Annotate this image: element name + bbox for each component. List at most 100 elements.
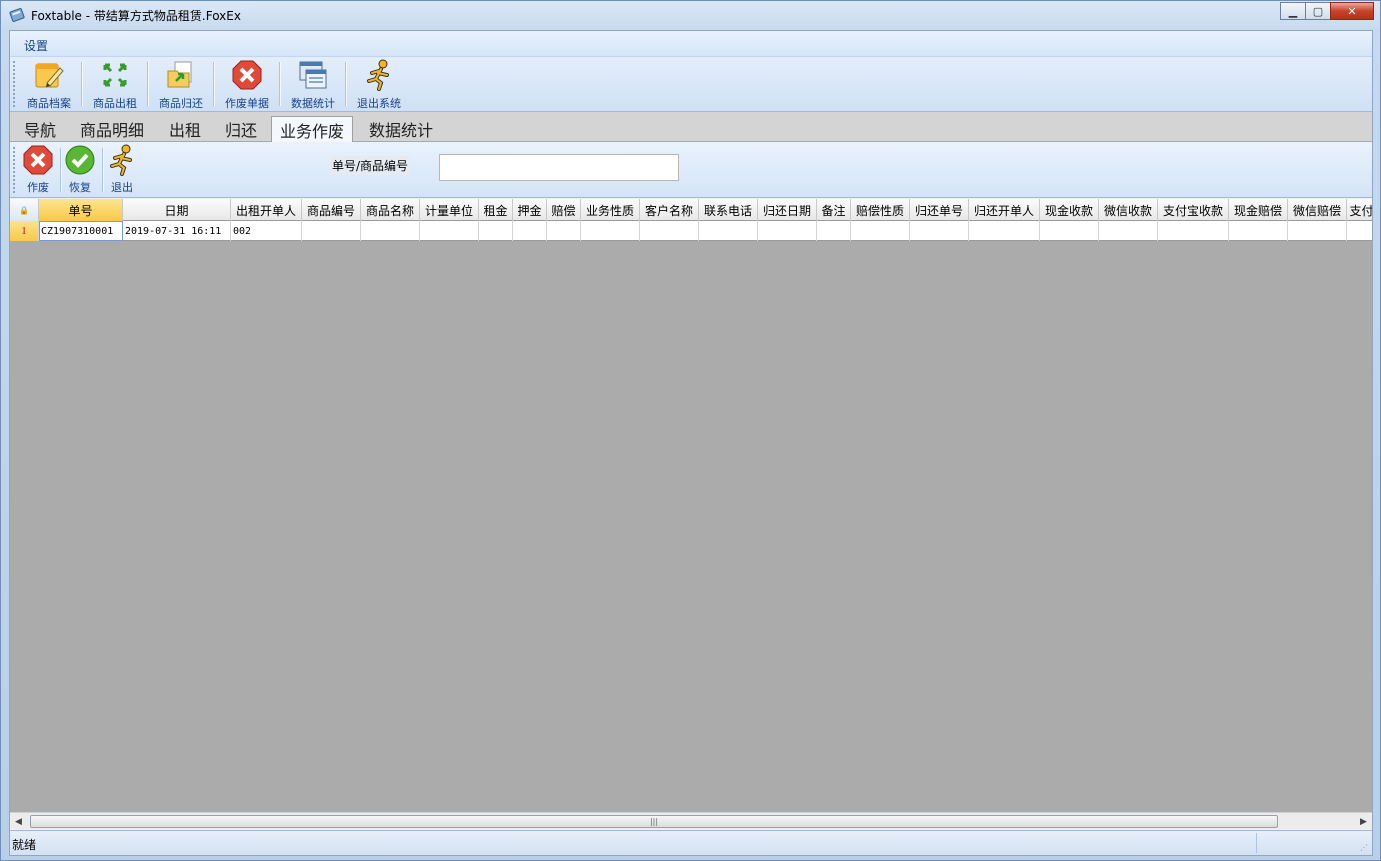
exit-system-label: 退出系统 bbox=[357, 97, 401, 110]
page-toolbar-grip[interactable] bbox=[13, 147, 16, 193]
table-cell[interactable] bbox=[420, 221, 479, 241]
status-bar: 就绪 ⋰ bbox=[10, 830, 1372, 855]
tab-navigation[interactable]: 导航 bbox=[16, 116, 64, 142]
table-cell[interactable] bbox=[1347, 221, 1372, 241]
scroll-left-arrow-icon[interactable]: ◀ bbox=[12, 815, 25, 828]
tab-void-business[interactable]: 业务作废 bbox=[271, 116, 354, 143]
column-header[interactable]: 租金 bbox=[479, 199, 513, 221]
red-x-icon bbox=[23, 145, 53, 175]
void-button[interactable]: 作废 bbox=[20, 144, 56, 195]
window-controls: ▁ ▢ ✕ bbox=[1280, 2, 1374, 20]
table-cell[interactable] bbox=[640, 221, 699, 241]
table-cell[interactable] bbox=[1229, 221, 1288, 241]
column-header[interactable]: 现金赔偿 bbox=[1229, 199, 1288, 221]
column-header[interactable]: 归还日期 bbox=[758, 199, 817, 221]
restore-button[interactable]: 恢复 bbox=[62, 144, 98, 195]
exit-button[interactable]: 退出 bbox=[104, 144, 140, 195]
column-header[interactable]: 备注 bbox=[817, 199, 851, 221]
column-header[interactable]: 业务性质 bbox=[581, 199, 640, 221]
statistics-window-icon bbox=[299, 61, 327, 89]
table-cell[interactable] bbox=[302, 221, 361, 241]
search-label: 单号/商品编号 bbox=[330, 156, 411, 175]
minimize-button[interactable]: ▁ bbox=[1280, 2, 1306, 20]
tab-statistics[interactable]: 数据统计 bbox=[361, 116, 441, 142]
exit-system-button[interactable]: 退出系统 bbox=[352, 59, 406, 111]
column-header[interactable]: 微信收款 bbox=[1099, 199, 1158, 221]
table-cell[interactable]: 002 bbox=[231, 221, 302, 241]
table-cell[interactable] bbox=[851, 221, 910, 241]
data-statistics-button[interactable]: 数据统计 bbox=[286, 59, 340, 111]
green-check-icon bbox=[65, 145, 95, 175]
client-area: 设置 商品档案 商品出租 商品归还 作废单据 数据统计 退出系统 导航 商品明细… bbox=[9, 30, 1373, 856]
column-header[interactable]: 支付宝收款 bbox=[1158, 199, 1229, 221]
column-header[interactable]: 赔偿性质 bbox=[851, 199, 910, 221]
column-header[interactable]: 微信赔偿 bbox=[1288, 199, 1347, 221]
restore-label: 恢复 bbox=[69, 181, 91, 194]
table-cell[interactable] bbox=[1288, 221, 1347, 241]
column-header[interactable]: 联系电话 bbox=[699, 199, 758, 221]
running-man-icon bbox=[367, 59, 389, 91]
table-cell[interactable] bbox=[513, 221, 547, 241]
row-number[interactable]: 1 bbox=[10, 221, 39, 241]
running-man-icon bbox=[110, 144, 132, 176]
table-cell[interactable] bbox=[361, 221, 420, 241]
column-header[interactable]: 商品编号 bbox=[302, 199, 361, 221]
toolbar-grip[interactable] bbox=[13, 61, 16, 107]
tab-return[interactable]: 归还 bbox=[217, 116, 265, 142]
table-cell[interactable] bbox=[969, 221, 1040, 241]
column-header[interactable]: 赔偿 bbox=[547, 199, 581, 221]
column-header[interactable]: 计量单位 bbox=[420, 199, 479, 221]
data-grid[interactable]: 🔒 单号 日期 出租开单人 商品编号 商品名称 计量单位 租金 押金 赔偿 业务性质 客户名称 联系电话… bbox=[10, 199, 1372, 812]
table-cell[interactable] bbox=[1040, 221, 1099, 241]
column-header[interactable]: 出租开单人 bbox=[231, 199, 302, 221]
arrows-out-icon bbox=[103, 63, 127, 87]
resize-grip-icon[interactable]: ⋰ bbox=[1360, 843, 1370, 853]
toolbar-separator bbox=[147, 62, 148, 106]
notepad-edit-icon bbox=[35, 63, 64, 88]
table-cell[interactable]: 2019-07-31 16:11 bbox=[123, 221, 231, 241]
table-cell[interactable] bbox=[758, 221, 817, 241]
void-document-label: 作废单据 bbox=[225, 97, 269, 110]
column-header[interactable]: 单号 bbox=[39, 199, 123, 221]
maximize-button[interactable]: ▢ bbox=[1305, 2, 1331, 20]
search-input[interactable] bbox=[439, 154, 679, 181]
column-header[interactable]: 商品名称 bbox=[361, 199, 420, 221]
column-header[interactable]: 归还单号 bbox=[910, 199, 969, 221]
product-return-button[interactable]: 商品归还 bbox=[154, 59, 208, 111]
menu-bar: 设置 bbox=[10, 31, 1372, 57]
table-cell[interactable] bbox=[1099, 221, 1158, 241]
foxtable-app-icon bbox=[9, 8, 25, 22]
lock-icon[interactable]: 🔒 bbox=[10, 199, 39, 221]
table-cell[interactable] bbox=[547, 221, 581, 241]
status-text: 就绪 bbox=[12, 838, 37, 852]
scroll-right-arrow-icon[interactable]: ▶ bbox=[1357, 815, 1370, 828]
horizontal-scrollbar[interactable]: ◀ ||| ▶ bbox=[10, 812, 1372, 829]
page-tabs: 导航 商品明细 出租 归还 业务作废 数据统计 bbox=[10, 112, 1372, 143]
toolbar-separator bbox=[279, 62, 280, 106]
column-header[interactable]: 支付 bbox=[1347, 199, 1372, 221]
column-header[interactable]: 归还开单人 bbox=[969, 199, 1040, 221]
tab-rent[interactable]: 出租 bbox=[161, 116, 209, 142]
table-cell[interactable] bbox=[581, 221, 640, 241]
product-archive-button[interactable]: 商品档案 bbox=[22, 59, 76, 111]
table-cell[interactable] bbox=[479, 221, 513, 241]
status-divider bbox=[1256, 833, 1257, 853]
table-cell[interactable] bbox=[817, 221, 851, 241]
product-rent-button[interactable]: 商品出租 bbox=[88, 59, 142, 111]
table-cell[interactable] bbox=[910, 221, 969, 241]
tab-product-detail[interactable]: 商品明细 bbox=[72, 116, 152, 142]
column-header[interactable]: 押金 bbox=[513, 199, 547, 221]
table-cell[interactable] bbox=[699, 221, 758, 241]
column-header[interactable]: 日期 bbox=[123, 199, 231, 221]
menu-settings[interactable]: 设置 bbox=[24, 37, 48, 54]
table-cell[interactable] bbox=[1158, 221, 1229, 241]
void-document-button[interactable]: 作废单据 bbox=[220, 59, 274, 111]
table-cell[interactable]: CZ1907310001 bbox=[39, 221, 123, 241]
toolbar-separator bbox=[60, 148, 61, 192]
table-row[interactable]: 1 CZ1907310001 2019-07-31 16:11 002 bbox=[10, 221, 1372, 241]
column-header[interactable]: 客户名称 bbox=[640, 199, 699, 221]
exit-label: 退出 bbox=[111, 181, 133, 194]
close-button[interactable]: ✕ bbox=[1330, 2, 1374, 20]
column-header[interactable]: 现金收款 bbox=[1040, 199, 1099, 221]
scroll-thumb[interactable]: ||| bbox=[30, 815, 1278, 828]
